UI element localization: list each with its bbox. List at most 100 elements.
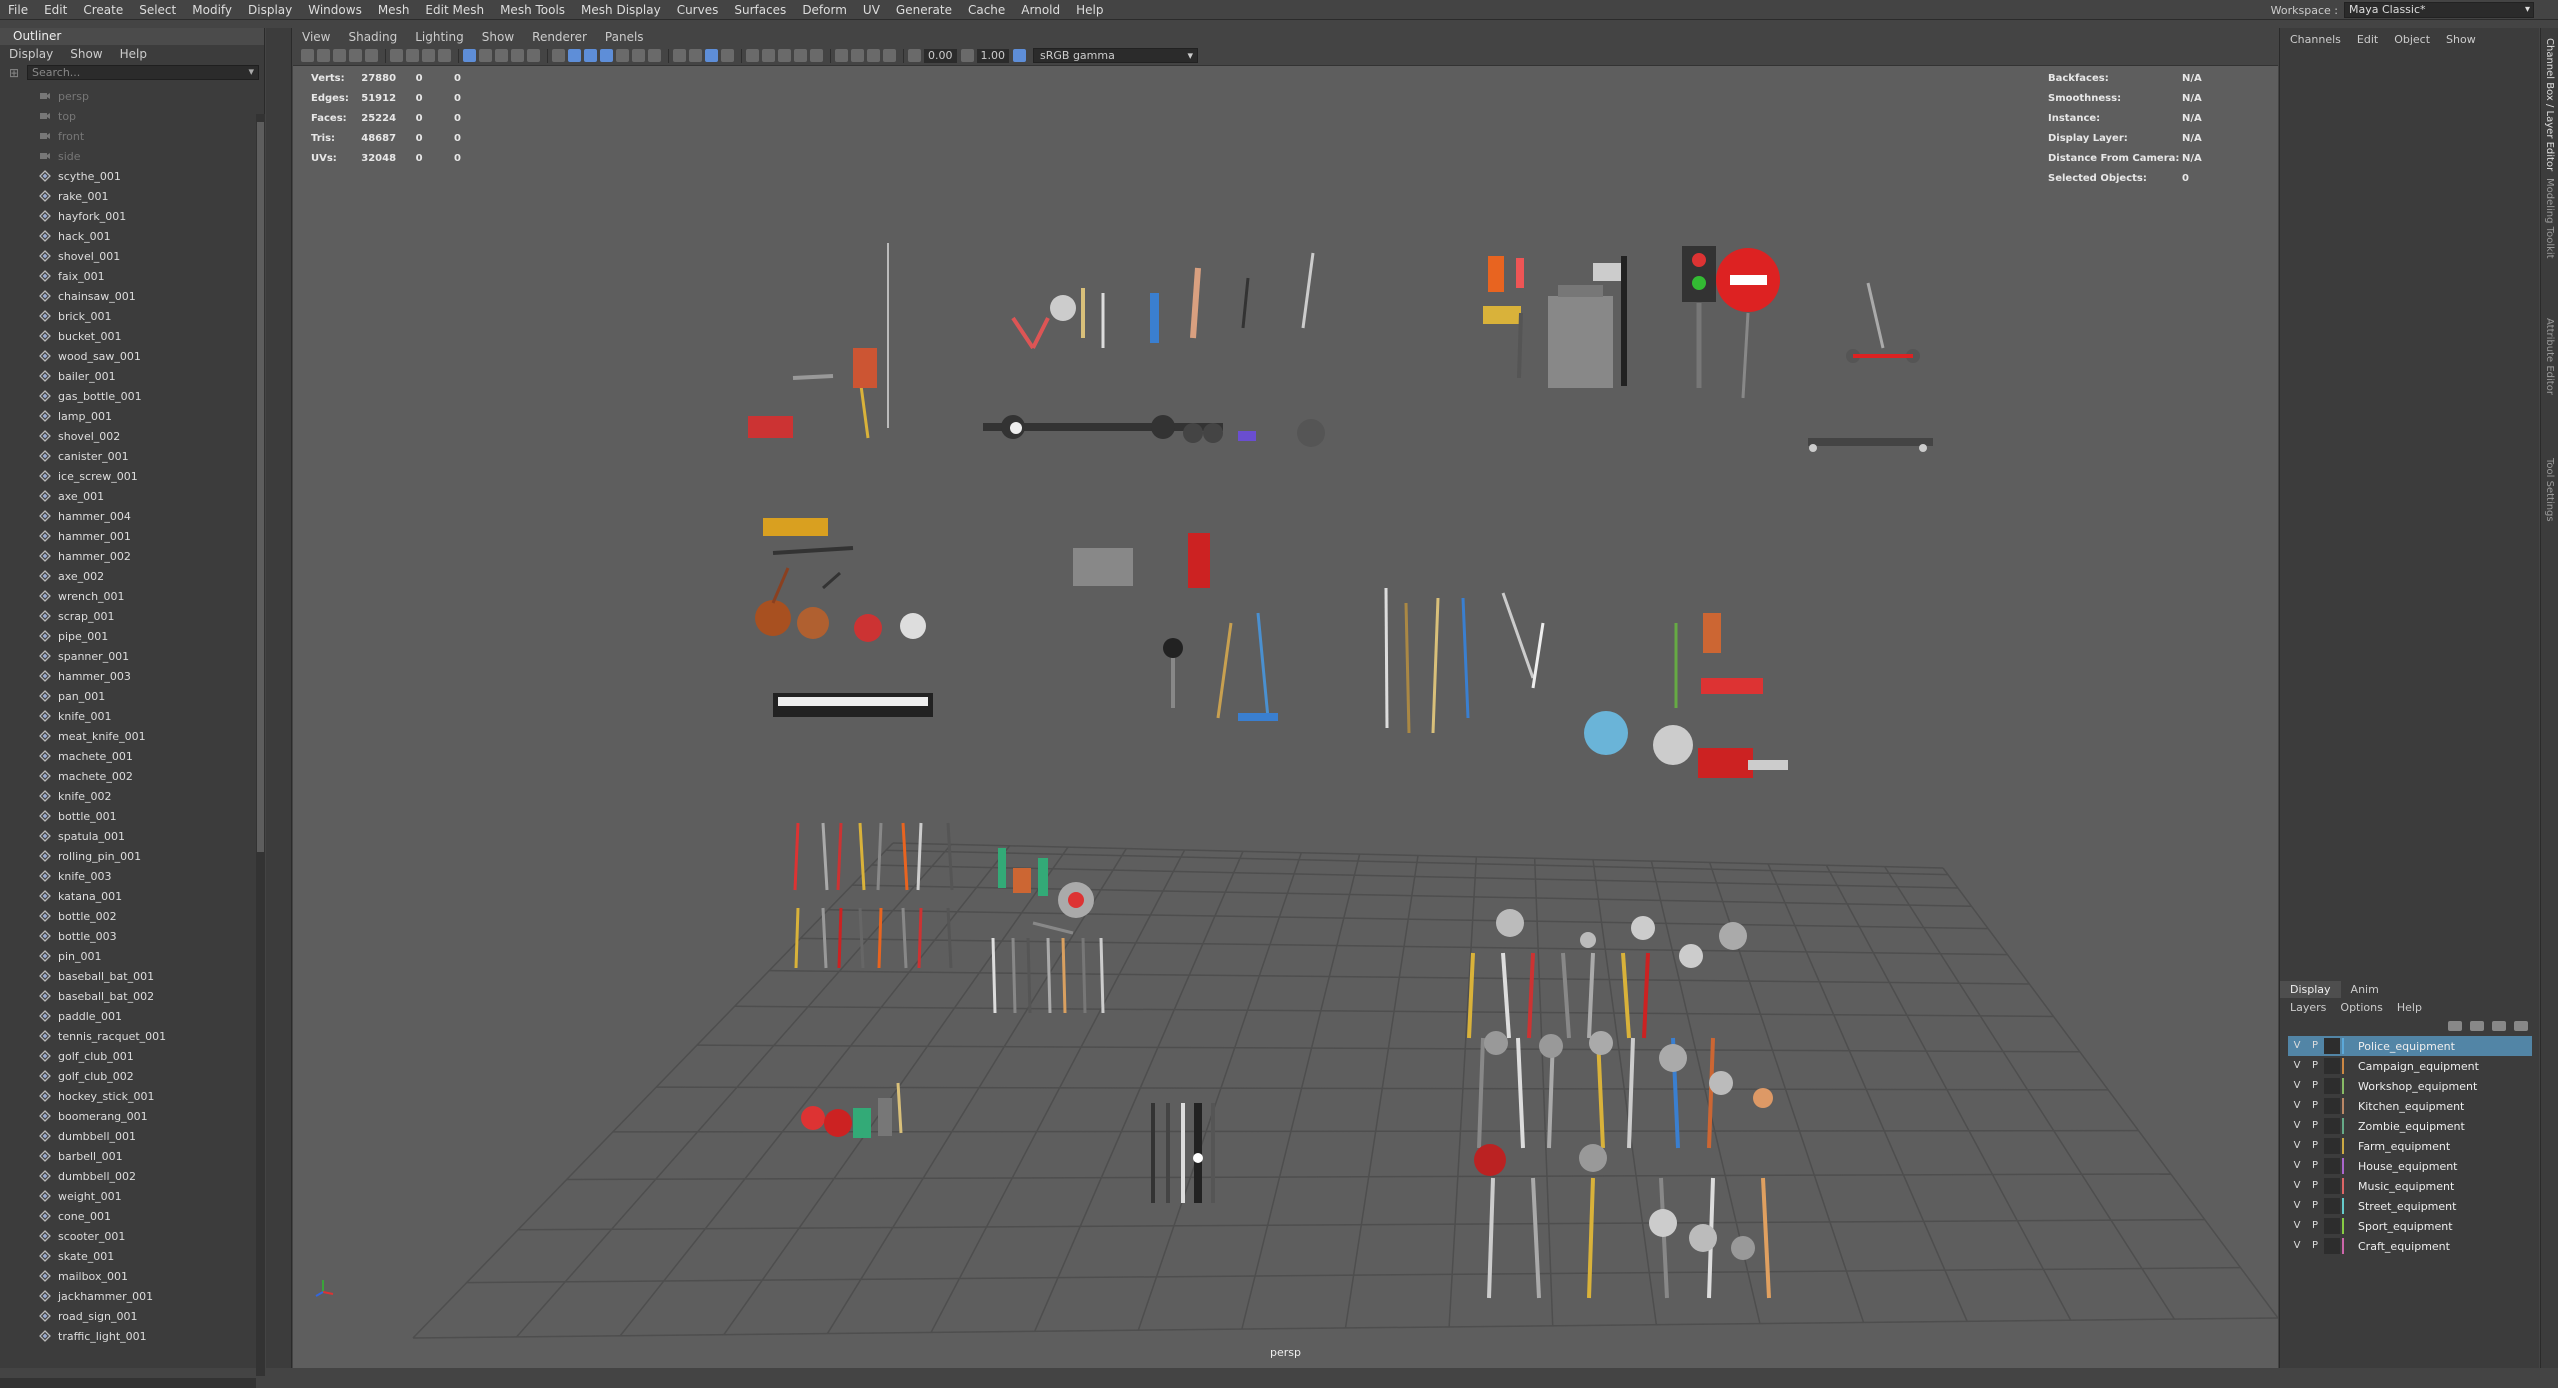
workspace-dropdown[interactable]: Maya Classic* xyxy=(2344,2,2534,18)
toolbar-button-icon[interactable] xyxy=(438,49,451,62)
layer-row[interactable]: V P Music_equipment xyxy=(2288,1176,2532,1196)
layer-playback-toggle[interactable]: P xyxy=(2306,1038,2324,1054)
viewport-menu-lighting[interactable]: Lighting xyxy=(406,30,473,44)
layer-row[interactable]: V P Workshop_equipment xyxy=(2288,1076,2532,1096)
layer-row[interactable]: V P Police_equipment xyxy=(2288,1036,2532,1056)
layer-display-type[interactable] xyxy=(2324,1138,2340,1154)
toolbar-button-icon[interactable] xyxy=(616,49,629,62)
layer-display-type[interactable] xyxy=(2324,1218,2340,1234)
layer-playback-toggle[interactable]: P xyxy=(2306,1178,2324,1194)
outliner-item[interactable]: canister_001 xyxy=(0,446,256,466)
layer-color-swatch[interactable] xyxy=(2342,1118,2350,1134)
outliner-item[interactable]: barbell_001 xyxy=(0,1146,256,1166)
outliner-item[interactable]: boomerang_001 xyxy=(0,1106,256,1126)
layer-display-type[interactable] xyxy=(2324,1238,2340,1254)
new-layer-from-selection-icon[interactable] xyxy=(2514,1021,2528,1031)
outliner-item[interactable]: dumbbell_001 xyxy=(0,1126,256,1146)
toolbar-button-icon[interactable] xyxy=(705,49,718,62)
toolbar-button-icon[interactable] xyxy=(390,49,403,62)
menu-modify[interactable]: Modify xyxy=(184,3,240,17)
outliner-search-input[interactable]: Search... xyxy=(27,65,259,80)
menu-windows[interactable]: Windows xyxy=(300,3,370,17)
layer-visibility-toggle[interactable]: V xyxy=(2288,1178,2306,1194)
outliner-item[interactable]: rolling_pin_001 xyxy=(0,846,256,866)
outliner-item[interactable]: tennis_racquet_001 xyxy=(0,1026,256,1046)
layer-visibility-toggle[interactable]: V xyxy=(2288,1198,2306,1214)
outliner-item[interactable]: lamp_001 xyxy=(0,406,256,426)
layer-playback-toggle[interactable]: P xyxy=(2306,1118,2324,1134)
layer-display-type[interactable] xyxy=(2324,1078,2340,1094)
toolbar-button-icon[interactable] xyxy=(851,49,864,62)
layer-visibility-toggle[interactable]: V xyxy=(2288,1158,2306,1174)
toolbar-button-icon[interactable] xyxy=(463,49,476,62)
outliner-item[interactable]: paddle_001 xyxy=(0,1006,256,1026)
outliner-item[interactable]: skate_001 xyxy=(0,1246,256,1266)
layer-display-type[interactable] xyxy=(2324,1118,2340,1134)
layer-display-type[interactable] xyxy=(2324,1158,2340,1174)
viewport-menu-shading[interactable]: Shading xyxy=(339,30,406,44)
layer-playback-toggle[interactable]: P xyxy=(2306,1198,2324,1214)
outliner-item[interactable]: traffic_light_001 xyxy=(0,1326,256,1346)
layer-color-swatch[interactable] xyxy=(2342,1058,2350,1074)
layer-menu-options[interactable]: Options xyxy=(2340,1001,2382,1014)
outliner-item[interactable]: hack_001 xyxy=(0,226,256,246)
outliner-item[interactable]: hammer_002 xyxy=(0,546,256,566)
outliner-item[interactable]: hayfork_001 xyxy=(0,206,256,226)
outliner-item[interactable]: scooter_001 xyxy=(0,1226,256,1246)
outliner-item[interactable]: axe_002 xyxy=(0,566,256,586)
outliner-item[interactable]: knife_001 xyxy=(0,706,256,726)
toolbar-button-icon[interactable] xyxy=(835,49,848,62)
menu-deform[interactable]: Deform xyxy=(794,3,855,17)
toolbar-button-icon[interactable] xyxy=(673,49,686,62)
layer-display-type[interactable] xyxy=(2324,1038,2340,1054)
color-space-dropdown[interactable]: sRGB gamma xyxy=(1033,48,1198,63)
outliner-item[interactable]: katana_001 xyxy=(0,886,256,906)
toolbar-button-icon[interactable] xyxy=(568,49,581,62)
layer-menu-layers[interactable]: Layers xyxy=(2290,1001,2326,1014)
outliner-camera-front[interactable]: front xyxy=(0,126,256,146)
outliner-item[interactable]: scrap_001 xyxy=(0,606,256,626)
menu-uv[interactable]: UV xyxy=(855,3,888,17)
outliner-item[interactable]: hammer_003 xyxy=(0,666,256,686)
side-tab-4[interactable]: Tool Settings xyxy=(2541,458,2558,606)
toolbar-button-icon[interactable] xyxy=(746,49,759,62)
outliner-item[interactable]: mailbox_001 xyxy=(0,1266,256,1286)
outliner-item[interactable]: meat_knife_001 xyxy=(0,726,256,746)
toolbar-button-icon[interactable] xyxy=(349,49,362,62)
menu-help[interactable]: Help xyxy=(1068,3,1111,17)
layer-tab-display[interactable]: Display xyxy=(2280,981,2341,998)
layer-color-swatch[interactable] xyxy=(2342,1098,2350,1114)
menu-select[interactable]: Select xyxy=(131,3,184,17)
toolbar-button-icon[interactable] xyxy=(600,49,613,62)
outliner-item[interactable]: dumbbell_002 xyxy=(0,1166,256,1186)
outliner-item[interactable]: hockey_stick_001 xyxy=(0,1086,256,1106)
outliner-item[interactable]: pin_001 xyxy=(0,946,256,966)
toolbar-button-icon[interactable] xyxy=(648,49,661,62)
layer-visibility-toggle[interactable]: V xyxy=(2288,1038,2306,1054)
toolbar-button-icon[interactable] xyxy=(333,49,346,62)
outliner-scrollbar[interactable] xyxy=(256,114,265,1376)
outliner-item[interactable]: jackhammer_001 xyxy=(0,1286,256,1306)
layer-display-type[interactable] xyxy=(2324,1178,2340,1194)
exposure-field[interactable]: 0.00 xyxy=(924,48,957,63)
menu-cache[interactable]: Cache xyxy=(960,3,1013,17)
toolbar-button-icon[interactable] xyxy=(511,49,524,62)
gamma-icon[interactable] xyxy=(960,49,974,62)
menu-surfaces[interactable]: Surfaces xyxy=(726,3,794,17)
outliner-item[interactable]: bottle_001 xyxy=(0,806,256,826)
viewport-menu-view[interactable]: View xyxy=(293,30,339,44)
outliner-item[interactable]: hammer_004 xyxy=(0,506,256,526)
layer-tab-anim[interactable]: Anim xyxy=(2341,981,2389,998)
outliner-item[interactable]: golf_club_001 xyxy=(0,1046,256,1066)
layer-color-swatch[interactable] xyxy=(2342,1078,2350,1094)
new-empty-layer-icon[interactable] xyxy=(2492,1021,2506,1031)
outliner-item[interactable]: pan_001 xyxy=(0,686,256,706)
color-management-icon[interactable] xyxy=(1013,49,1026,62)
viewport-panel[interactable]: View Shading Lighting Show Renderer Panels 0.… xyxy=(293,28,2278,1368)
menu-mesh-display[interactable]: Mesh Display xyxy=(573,3,669,17)
outliner-item[interactable]: spanner_001 xyxy=(0,646,256,666)
layer-visibility-toggle[interactable]: V xyxy=(2288,1218,2306,1234)
toolbar-button-icon[interactable] xyxy=(406,49,419,62)
toolbar-button-icon[interactable] xyxy=(479,49,492,62)
outliner-item[interactable]: chainsaw_001 xyxy=(0,286,256,306)
